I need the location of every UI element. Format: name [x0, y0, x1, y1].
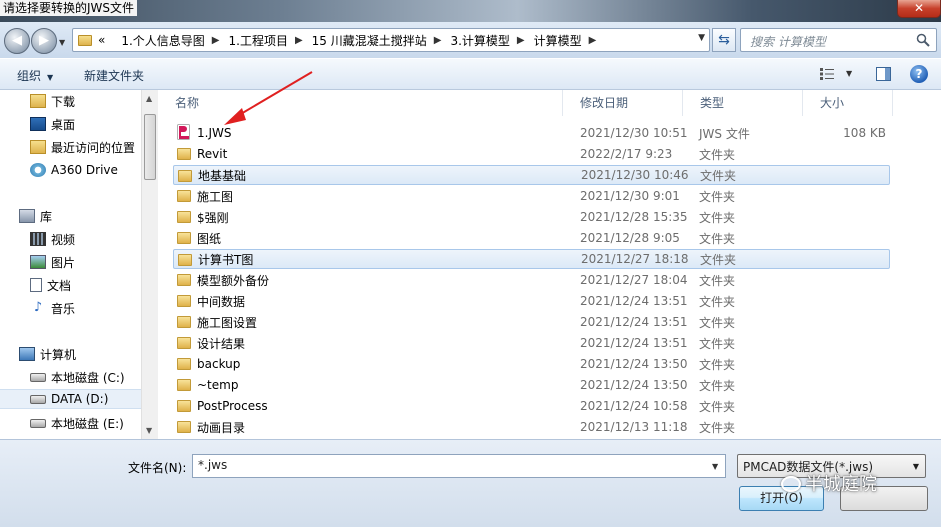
nav-item-a360-drive[interactable]: A360 Drive — [30, 160, 118, 180]
nav-item-music[interactable]: ♪ 音乐 — [30, 298, 75, 318]
folder-row[interactable]: 施工图设置 2021/12/24 13:51 文件夹 — [173, 312, 890, 332]
nav-item-drive-e[interactable]: 本地磁盘 (E:) — [30, 413, 124, 433]
nav-item-pictures[interactable]: 图片 — [30, 252, 75, 272]
folder-icon — [177, 337, 191, 349]
folder-row[interactable]: 计算书T图 2021/12/27 18:18 文件夹 — [173, 249, 890, 269]
download-folder-icon — [30, 94, 46, 108]
navigation-bar: ◀ ▶ ▼ « 1.个人信息导图 ▶ 1.工程项目 ▶ 15 川藏混凝土搅拌站 ▶ 3… — [0, 22, 941, 58]
folder-icon — [177, 379, 191, 391]
command-toolbar: 组织 ▼ 新建文件夹 ▼ ? — [0, 58, 941, 90]
address-dropdown-icon[interactable]: ▼ — [698, 33, 705, 43]
folder-icon — [177, 316, 191, 328]
library-icon — [19, 209, 35, 223]
documents-icon — [30, 278, 42, 292]
drive-icon — [30, 418, 46, 428]
navigation-pane: 下载 桌面 最近访问的位置 A360 Drive 库 视频 图片 文档 ♪ 音乐 … — [0, 90, 141, 439]
folder-icon — [177, 400, 191, 412]
filename-dropdown-icon[interactable]: ▼ — [712, 462, 718, 471]
music-icon: ♪ — [33, 300, 43, 315]
folder-row[interactable]: 动画目录 2021/12/13 11:18 文件夹 — [173, 417, 890, 437]
folder-row[interactable]: 模型额外备份 2021/12/27 18:04 文件夹 — [173, 270, 890, 290]
nav-item-computer[interactable]: 计算机 — [19, 344, 76, 364]
breadcrumb-item[interactable]: 1.工程项目 ▶ — [229, 32, 312, 49]
search-input[interactable]: 搜索 计算模型 — [740, 28, 937, 52]
breadcrumb-item[interactable]: 1.个人信息导图 ▶ — [121, 32, 228, 49]
address-bar[interactable]: « 1.个人信息导图 ▶ 1.工程项目 ▶ 15 川藏混凝土搅拌站 ▶ 3.计算模型 ▶… — [72, 28, 710, 52]
search-placeholder: 搜索 计算模型 — [750, 35, 826, 49]
folder-row[interactable]: 中间数据 2021/12/24 13:51 文件夹 — [173, 291, 890, 311]
folder-icon — [177, 190, 191, 202]
breadcrumb-item[interactable]: 3.计算模型 ▶ — [450, 32, 533, 49]
jws-file-icon — [177, 124, 192, 141]
recent-pages-dropdown-icon[interactable]: ▼ — [59, 38, 69, 48]
column-header-type[interactable]: 类型 — [683, 90, 803, 116]
folder-row[interactable]: 图纸 2021/12/28 9:05 文件夹 — [173, 228, 890, 248]
breadcrumb-item[interactable]: 15 川藏混凝土搅拌站 ▶ — [312, 32, 451, 49]
folder-icon — [177, 148, 191, 160]
folder-row[interactable]: $强刚 2021/12/28 15:35 文件夹 — [173, 207, 890, 227]
drive-icon — [30, 394, 46, 404]
a360-drive-icon — [30, 163, 46, 177]
folder-icon — [177, 211, 191, 223]
title-bar: 请选择要转换的JWS文件 ✕ — [0, 0, 941, 22]
view-dropdown-icon[interactable]: ▼ — [846, 69, 852, 78]
red-arrow-annotation — [224, 71, 313, 125]
close-button[interactable]: ✕ — [897, 0, 941, 18]
back-button[interactable]: ◀ — [4, 28, 30, 54]
nav-item-recent-places[interactable]: 最近访问的位置 — [30, 137, 135, 157]
filetype-dropdown-icon: ▼ — [912, 462, 919, 471]
folder-icon — [177, 358, 191, 370]
folder-icon — [177, 421, 191, 433]
pictures-icon — [30, 255, 46, 269]
video-icon — [30, 232, 46, 246]
folder-icon — [78, 34, 92, 46]
desktop-icon — [30, 117, 46, 131]
folder-row[interactable]: PostProcess 2021/12/24 10:58 文件夹 — [173, 396, 890, 416]
scroll-up-icon[interactable]: ▲ — [146, 94, 152, 103]
recent-places-icon — [30, 140, 46, 154]
column-header-size[interactable]: 大小 — [803, 90, 893, 116]
folder-icon — [177, 274, 191, 286]
nav-item-desktop[interactable]: 桌面 — [30, 114, 75, 134]
window-title: 请选择要转换的JWS文件 — [0, 0, 138, 16]
folder-row[interactable]: 设计结果 2021/12/24 13:51 文件夹 — [173, 333, 890, 353]
preview-pane-icon[interactable] — [876, 67, 891, 81]
folder-row[interactable]: ~temp 2021/12/24 13:50 文件夹 — [173, 375, 890, 395]
new-folder-button[interactable]: 新建文件夹 — [84, 67, 144, 84]
column-header-date[interactable]: 修改日期 — [563, 90, 683, 116]
nav-item-documents[interactable]: 文档 — [30, 275, 71, 295]
folder-row[interactable]: Revit 2022/2/17 9:23 文件夹 — [173, 144, 890, 164]
forward-button[interactable]: ▶ — [31, 28, 57, 54]
refresh-button[interactable]: ⇆ — [712, 28, 736, 52]
file-list: 名称 修改日期 类型 大小 1.JWS 2021/12/30 10:51 JWS… — [158, 90, 900, 439]
filename-label: 文件名(N): — [128, 461, 187, 475]
folder-icon — [177, 232, 191, 244]
folder-row[interactable]: 施工图 2021/12/30 9:01 文件夹 — [173, 186, 890, 206]
nav-item-downloads[interactable]: 下载 — [30, 91, 75, 111]
folder-icon — [178, 254, 192, 266]
folder-icon — [177, 295, 191, 307]
organize-menu[interactable]: 组织 ▼ — [17, 67, 53, 84]
nav-item-videos[interactable]: 视频 — [30, 229, 75, 249]
scroll-down-icon[interactable]: ▼ — [146, 426, 152, 435]
scrollbar-thumb[interactable] — [144, 114, 156, 180]
breadcrumb-item[interactable]: 计算模型 ▶ — [534, 32, 606, 49]
nav-item-libraries[interactable]: 库 — [19, 206, 52, 226]
watermark: 半城庭院 — [781, 470, 877, 496]
file-list-margin — [900, 90, 941, 439]
breadcrumb-overflow[interactable]: « — [98, 33, 121, 47]
folder-row[interactable]: 地基基础 2021/12/30 10:46 文件夹 — [173, 165, 890, 185]
folder-row[interactable]: backup 2021/12/24 13:50 文件夹 — [173, 354, 890, 374]
wechat-icon — [781, 476, 801, 492]
view-options-icon[interactable] — [820, 68, 834, 80]
help-icon[interactable]: ? — [910, 65, 928, 83]
folder-icon — [178, 170, 192, 182]
navigation-scrollbar[interactable]: ▲ ▼ — [141, 90, 158, 439]
drive-icon — [30, 372, 46, 382]
computer-icon — [19, 347, 35, 361]
nav-item-drive-c[interactable]: 本地磁盘 (C:) — [30, 367, 125, 387]
filename-input[interactable]: *.jws — [192, 454, 726, 478]
search-icon — [916, 33, 930, 47]
nav-item-drive-d[interactable]: DATA (D:) — [0, 389, 141, 409]
